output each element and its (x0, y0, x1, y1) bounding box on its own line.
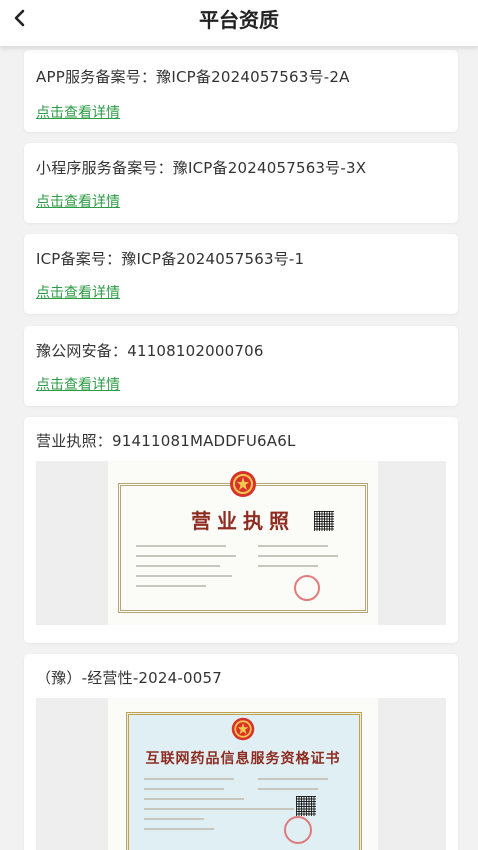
license-text-line (258, 565, 318, 567)
license-title: 营业执照 (191, 509, 295, 533)
drug-cert-text-line (144, 798, 244, 800)
business-license-number: 营业执照：91411081MADDFU6A6L (36, 432, 296, 450)
drug-cert-text-line (258, 788, 318, 790)
app-record-number: APP服务备案号：豫ICP备2024057563号-2A (36, 68, 350, 86)
license-border (118, 483, 368, 613)
drug-cert-text-line (144, 808, 294, 810)
miniprogram-record-number: 小程序服务备案号：豫ICP备2024057563号-3X (36, 159, 367, 177)
license-text-line (136, 585, 206, 587)
national-emblem-icon (231, 717, 255, 741)
public-security-record-number: 豫公网安备：41108102000706 (36, 342, 264, 360)
license-text-line (136, 545, 226, 547)
national-emblem-icon (230, 471, 256, 497)
top-bar: 平台资质 (0, 0, 478, 46)
drug-cert-seal-icon (284, 816, 312, 844)
drug-cert-text-line (144, 818, 204, 820)
qualification-list[interactable]: APP服务备案号：豫ICP备2024057563号-2A 点击查看详情 小程序服… (0, 46, 478, 850)
license-text-line (258, 555, 338, 557)
icp-record-card: ICP备案号：豫ICP备2024057563号-1 点击查看详情 (24, 234, 458, 314)
drug-cert-text-line (144, 788, 224, 790)
drug-info-cert-image-area: 互联网药品信息服务资格证书 (36, 698, 446, 850)
drug-cert-text-line (144, 778, 234, 780)
app-record-detail-link[interactable]: 点击查看详情 (36, 102, 120, 122)
drug-cert-text-line (144, 828, 214, 830)
miniprogram-record-detail-link[interactable]: 点击查看详情 (36, 191, 120, 211)
business-license-card: 营业执照：91411081MADDFU6A6L 营业执照 (24, 417, 458, 643)
public-security-record-card: 豫公网安备：41108102000706 点击查看详情 (24, 326, 458, 406)
drug-cert-qr-icon (296, 796, 316, 816)
drug-cert-title: 互联网药品信息服务资格证书 (145, 751, 341, 767)
public-security-record-detail-link[interactable]: 点击查看详情 (36, 374, 120, 394)
drug-info-cert-image[interactable]: 互联网药品信息服务资格证书 (108, 698, 378, 850)
icp-record-number: ICP备案号：豫ICP备2024057563号-1 (36, 250, 305, 268)
drug-info-cert-card: （豫）-经营性-2024-0057 互联网药品信息服务资格证书 (24, 654, 458, 850)
license-seal-icon (294, 575, 320, 601)
business-license-image-area: 营业执照 (36, 461, 446, 625)
business-license-image[interactable]: 营业执照 (108, 461, 378, 625)
license-text-line (136, 565, 220, 567)
icp-record-detail-link[interactable]: 点击查看详情 (36, 282, 120, 302)
license-qr-icon (314, 511, 334, 531)
license-text-line (258, 545, 328, 547)
miniprogram-record-card: 小程序服务备案号：豫ICP备2024057563号-3X 点击查看详情 (24, 143, 458, 223)
license-text-line (136, 555, 236, 557)
license-text-line (136, 575, 232, 577)
drug-info-cert-number: （豫）-经营性-2024-0057 (36, 669, 222, 687)
drug-cert-text-line (258, 778, 328, 780)
page-title: 平台资质 (199, 8, 279, 32)
app-record-card: APP服务备案号：豫ICP备2024057563号-2A 点击查看详情 (24, 50, 458, 132)
